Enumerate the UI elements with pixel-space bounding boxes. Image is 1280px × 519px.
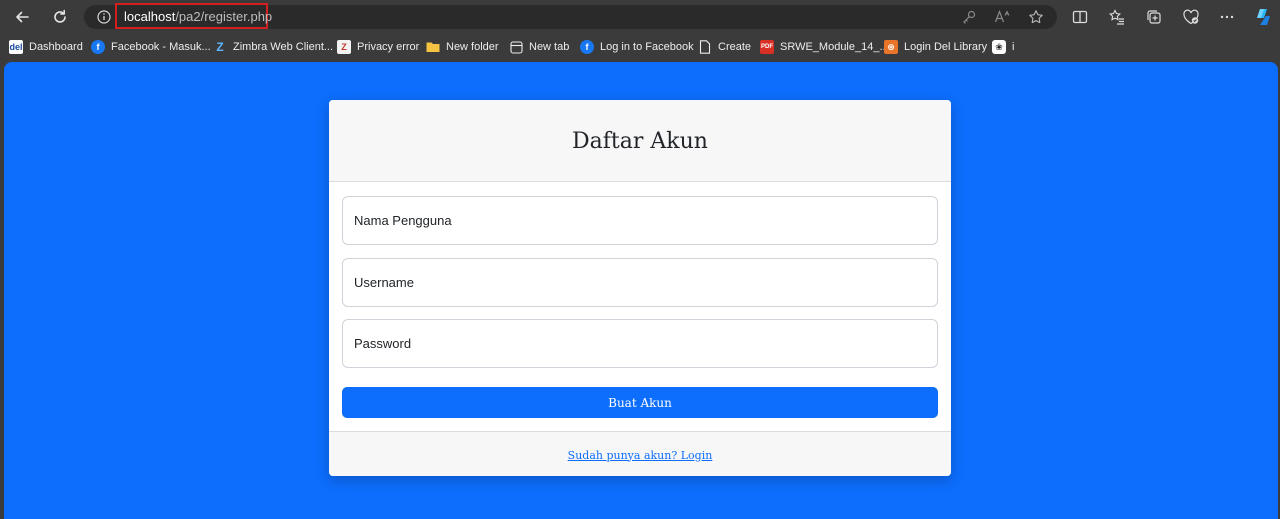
key-icon[interactable]: [961, 9, 977, 25]
card-footer: Sudah punya akun? Login: [329, 431, 951, 476]
bookmark-facebook-masuk[interactable]: f Facebook - Masuk...: [91, 38, 211, 56]
document-icon: [698, 40, 712, 54]
split-screen-icon[interactable]: [1071, 8, 1089, 26]
browser-toolbar: localhost/pa2/register.php: [0, 0, 1280, 34]
back-icon[interactable]: [10, 6, 34, 28]
facebook-icon: f: [580, 40, 594, 54]
page-title: Daftar Akun: [572, 129, 708, 154]
nama-pengguna-placeholder: Nama Pengguna: [354, 213, 452, 228]
bookmark-label: New tab: [529, 41, 570, 53]
more-icon[interactable]: [1218, 8, 1236, 26]
bookmark-label: Dashboard: [29, 41, 83, 53]
zimbra-error-icon: Z: [337, 40, 351, 54]
info-icon[interactable]: [97, 10, 111, 24]
bookmark-label: Zimbra Web Client...: [233, 41, 334, 53]
zimbra-icon: Z: [216, 40, 224, 54]
del-logo-icon: del: [9, 40, 23, 54]
username-input[interactable]: Username: [342, 258, 938, 307]
bookmark-login-del-library[interactable]: ⊛ Login Del Library: [884, 38, 987, 56]
facebook-icon: f: [91, 40, 105, 54]
bookmarks-bar: del Dashboard f Facebook - Masuk... Z Zi…: [0, 34, 1280, 60]
refresh-icon[interactable]: [48, 6, 72, 28]
bookmark-srwe-module[interactable]: PDF SRWE_Module_14_...: [760, 38, 889, 56]
bookmark-create[interactable]: Create: [698, 38, 751, 56]
password-placeholder: Password: [354, 336, 412, 351]
browser-essentials-icon[interactable]: [1182, 8, 1200, 26]
favorites-icon[interactable]: [1108, 8, 1126, 26]
buat-akun-button[interactable]: Buat Akun: [342, 387, 938, 418]
collections-icon[interactable]: [1145, 8, 1163, 26]
nama-pengguna-input[interactable]: Nama Pengguna: [342, 196, 938, 245]
bookmark-label: Privacy error: [357, 41, 420, 53]
bookmark-openai[interactable]: ❀ i: [992, 38, 1014, 56]
favorite-star-icon[interactable]: [1028, 9, 1044, 25]
new-tab-icon: [509, 40, 523, 54]
bookmark-dashboard[interactable]: del Dashboard: [9, 38, 83, 56]
bookmark-label: Log in to Facebook: [600, 41, 694, 53]
page-content: Daftar Akun Nama Pengguna Username Passw…: [4, 62, 1278, 519]
library-icon: ⊛: [884, 40, 898, 54]
buat-akun-label: Buat Akun: [608, 395, 672, 410]
pdf-icon: PDF: [760, 40, 774, 54]
card-header: Daftar Akun: [329, 100, 951, 182]
bookmark-label: Create: [718, 41, 752, 53]
password-input[interactable]: Password: [342, 319, 938, 368]
bookmark-label: Facebook - Masuk...: [111, 41, 211, 53]
bookmark-new-folder[interactable]: New folder: [426, 38, 499, 56]
url-host: localhost: [124, 8, 176, 24]
url-text[interactable]: localhost/pa2/register.php: [115, 3, 272, 29]
bookmark-label: SRWE_Module_14_...: [780, 41, 889, 53]
bookmark-label: New folder: [446, 41, 499, 53]
openai-icon: ❀: [992, 40, 1006, 54]
register-card: Daftar Akun Nama Pengguna Username Passw…: [329, 100, 951, 476]
url-path: /pa2/register.php: [175, 8, 273, 24]
bookmark-zimbra[interactable]: Z Zimbra Web Client...: [213, 38, 333, 56]
read-aloud-icon[interactable]: [994, 9, 1010, 25]
login-link[interactable]: Sudah punya akun? Login: [568, 447, 713, 462]
copilot-icon[interactable]: [1252, 6, 1274, 28]
bookmark-log-in-facebook[interactable]: f Log in to Facebook: [580, 38, 694, 56]
bookmark-label: i: [1012, 41, 1015, 53]
address-bar[interactable]: localhost/pa2/register.php: [84, 3, 1057, 29]
folder-icon: [426, 40, 440, 54]
username-placeholder: Username: [354, 275, 414, 290]
bookmark-label: Login Del Library: [904, 41, 988, 53]
bookmark-privacy-error[interactable]: Z Privacy error: [337, 38, 419, 56]
bookmark-new-tab[interactable]: New tab: [509, 38, 569, 56]
